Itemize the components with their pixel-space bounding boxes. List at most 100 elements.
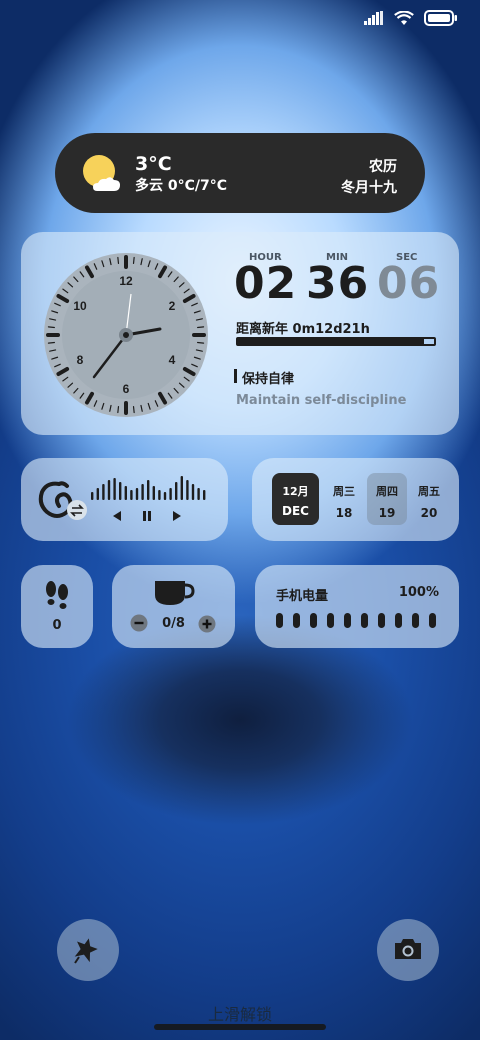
footprints-icon bbox=[46, 581, 68, 609]
flashlight-icon bbox=[74, 938, 98, 964]
signal-bars-icon bbox=[364, 11, 383, 25]
dial-number-10: 10 bbox=[73, 299, 87, 313]
waveform-bar bbox=[203, 490, 206, 500]
clock-minor-tick bbox=[47, 326, 55, 329]
clock-minor-tick bbox=[47, 341, 55, 344]
battery-segment bbox=[293, 613, 300, 628]
countdown-progress-bar bbox=[236, 337, 436, 346]
waveform-bar bbox=[107, 480, 111, 500]
camera-button[interactable] bbox=[377, 919, 439, 981]
battery-segment bbox=[429, 613, 436, 628]
weekday-label: 周四 bbox=[376, 485, 398, 498]
hour-digits: 02 bbox=[234, 258, 298, 309]
waveform-bar bbox=[197, 488, 200, 500]
calendar-day-today[interactable]: 周四 19 bbox=[367, 473, 407, 525]
weather-description: 多云 0°C/7°C bbox=[135, 178, 228, 194]
weekday-label: 周三 bbox=[333, 485, 355, 498]
clock-minor-tick bbox=[197, 341, 205, 344]
music-widget[interactable] bbox=[21, 458, 228, 541]
dial-number-8: 8 bbox=[77, 353, 84, 367]
analog-clock: 12 2 4 6 8 10 bbox=[44, 253, 208, 417]
weekday-label: 周五 bbox=[418, 485, 440, 498]
lunar-date: 冬月十九 bbox=[341, 180, 397, 196]
clock-minor-tick bbox=[117, 256, 120, 264]
wifi-icon bbox=[394, 10, 414, 25]
day-number: 20 bbox=[420, 506, 438, 520]
clock-minor-tick bbox=[197, 326, 205, 329]
battery-label: 手机电量 bbox=[276, 589, 329, 604]
battery-segment bbox=[412, 613, 419, 628]
waveform-bar bbox=[180, 476, 183, 500]
water-widget[interactable]: 0/8 bbox=[112, 565, 235, 648]
waveform-bar bbox=[141, 484, 144, 500]
waveform-bar bbox=[158, 490, 161, 500]
waveform-bar bbox=[102, 484, 105, 500]
pause-icon[interactable] bbox=[141, 510, 153, 522]
calendar-day[interactable]: 周五 20 bbox=[409, 473, 449, 525]
waveform-bar bbox=[169, 488, 172, 500]
weather-widget[interactable]: 3°C 多云 0°C/7°C 农历 冬月十九 bbox=[55, 133, 425, 213]
waveform-bar bbox=[113, 478, 116, 500]
waveform-bar bbox=[163, 492, 167, 500]
battery-percent: 100% bbox=[398, 585, 439, 600]
waveform-bar bbox=[191, 484, 195, 500]
clock-minor-tick bbox=[132, 256, 135, 264]
battery-widget[interactable]: 手机电量 100% bbox=[255, 565, 459, 648]
day-number: 19 bbox=[378, 506, 396, 520]
day-number: 18 bbox=[335, 506, 353, 520]
waveform-bar bbox=[147, 480, 150, 500]
partly-cloudy-icon bbox=[83, 155, 120, 191]
dial-number-4: 4 bbox=[169, 353, 176, 367]
battery-segment bbox=[395, 613, 402, 628]
motto-english: Maintain self-discipline bbox=[236, 393, 407, 408]
unlock-hint: 上滑解锁 bbox=[207, 1005, 272, 1024]
waveform-bar bbox=[124, 486, 127, 500]
water-count: 0/8 bbox=[162, 616, 185, 631]
home-indicator[interactable] bbox=[154, 1024, 326, 1030]
battery-icon bbox=[424, 10, 457, 26]
motto: 保持自律 bbox=[233, 368, 295, 387]
weather-temperature: 3°C bbox=[135, 153, 172, 175]
flashlight-button[interactable] bbox=[57, 919, 119, 981]
cup-icon bbox=[155, 581, 195, 605]
calendar-day[interactable]: 周三 18 bbox=[324, 473, 364, 525]
dial-number-12: 12 bbox=[119, 274, 133, 288]
month-number: 12月 bbox=[282, 485, 309, 498]
step-count: 0 bbox=[52, 618, 62, 633]
countdown-progress-fill bbox=[238, 339, 425, 344]
battery-segment bbox=[276, 613, 283, 628]
minute-digits: 36 bbox=[306, 258, 370, 309]
next-icon[interactable] bbox=[171, 510, 183, 522]
waveform-bar bbox=[135, 488, 139, 500]
battery-segment bbox=[378, 613, 385, 628]
audio-waveform bbox=[91, 476, 206, 500]
clock-minor-tick bbox=[117, 406, 120, 414]
camera-icon bbox=[395, 939, 421, 959]
lunar-label: 农历 bbox=[369, 159, 397, 175]
battery-segment bbox=[361, 613, 368, 628]
plus-button[interactable] bbox=[198, 615, 216, 633]
waveform-bar bbox=[130, 490, 133, 500]
clock-widget[interactable]: 12 2 4 6 8 10 HOUR MIN SEC 02 36 06 距离新年… bbox=[21, 232, 459, 435]
battery-segment bbox=[327, 613, 334, 628]
previous-icon[interactable] bbox=[111, 510, 123, 522]
waveform-bar bbox=[91, 492, 94, 500]
new-year-countdown: 距离新年 0m12d21h bbox=[236, 322, 370, 337]
status-bar bbox=[364, 10, 458, 26]
waveform-bar bbox=[186, 480, 189, 500]
waveform-bar bbox=[96, 488, 99, 500]
month-badge: 12月 DEC bbox=[272, 473, 319, 525]
waveform-bar bbox=[152, 486, 155, 500]
battery-segment bbox=[344, 613, 351, 628]
dial-number-6: 6 bbox=[123, 382, 130, 396]
motto-text: 保持自律 bbox=[242, 372, 295, 387]
battery-segment bbox=[310, 613, 317, 628]
calendar-widget[interactable]: 12月 DEC 周三 18 周四 19 周五 20 bbox=[252, 458, 459, 541]
netease-music-icon[interactable] bbox=[37, 478, 87, 522]
steps-widget[interactable]: 0 bbox=[21, 565, 93, 648]
month-english: DEC bbox=[282, 504, 309, 518]
dial-number-2: 2 bbox=[169, 299, 176, 313]
clock-minor-tick bbox=[132, 406, 135, 414]
waveform-bar bbox=[175, 482, 178, 500]
second-digits: 06 bbox=[377, 258, 441, 309]
